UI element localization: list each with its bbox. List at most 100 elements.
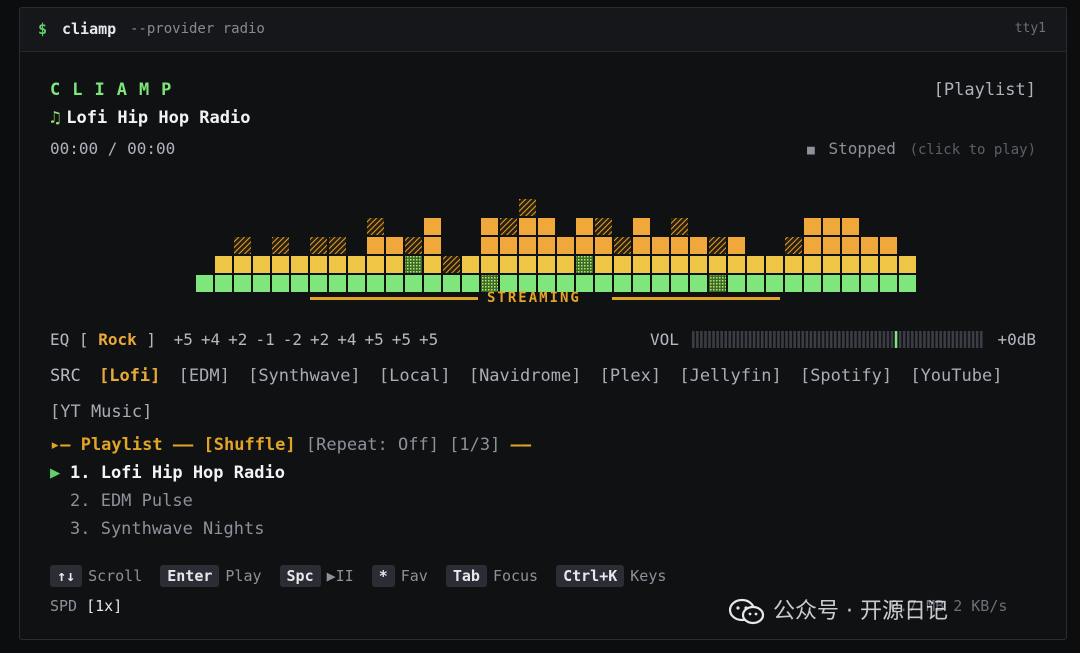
spectrum-cell	[386, 256, 403, 273]
streaming-label: STREAMING	[487, 290, 581, 306]
track-title: Lofi Hip Hop Radio	[66, 108, 251, 128]
spectrum-cell	[462, 256, 479, 273]
playlist-header-title[interactable]: ▸— Playlist —— [Shuffle]	[50, 435, 296, 455]
volume-tick	[793, 331, 796, 348]
volume-tick	[902, 331, 906, 348]
spectrum-cell	[310, 256, 327, 273]
spectrum-cell	[538, 218, 555, 235]
eq-band-value[interactable]: +4	[337, 330, 356, 349]
volume-tick	[781, 331, 784, 348]
source-option[interactable]: [YT Music]	[50, 402, 152, 422]
eq-band-value[interactable]: +2	[228, 330, 247, 349]
eq-band-value[interactable]: -2	[283, 330, 302, 349]
spectrum-cell	[310, 275, 327, 292]
eq-band-value[interactable]: -1	[255, 330, 274, 349]
spectrum-cell	[861, 256, 878, 273]
source-option[interactable]: [Local]	[379, 366, 451, 386]
speed-value[interactable]: [1x]	[86, 597, 122, 615]
volume-tick	[975, 331, 979, 348]
volume-tick	[854, 331, 857, 348]
terminal-titlebar: $ cliamp --provider radio tty1	[20, 8, 1066, 52]
volume-tick	[838, 331, 841, 348]
playlist-item-label: 1. Lofi Hip Hop Radio	[70, 463, 285, 483]
playlist-toggle[interactable]: [Playlist]	[934, 80, 1036, 100]
source-option[interactable]: [EDM]	[179, 366, 230, 386]
eq-band-value[interactable]: +5	[419, 330, 438, 349]
command-name: cliamp	[62, 20, 117, 38]
spectrum-cell	[576, 218, 593, 235]
spectrum-cell	[405, 237, 422, 254]
volume-label: VOL	[650, 330, 679, 349]
playlist-item[interactable]: 3. Synthwave Nights	[50, 519, 264, 539]
spectrum-cell	[804, 237, 821, 254]
source-option[interactable]: [Spotify]	[800, 366, 892, 386]
spectrum-cell	[671, 218, 688, 235]
eq-bracket-open: [	[78, 330, 89, 349]
playlist-item-label: 3. Synthwave Nights	[70, 519, 265, 539]
spectrum-cell	[538, 237, 555, 254]
spectrum-cell	[557, 256, 574, 273]
source-option[interactable]: [Plex]	[600, 366, 661, 386]
eq-band-value[interactable]: +5	[174, 330, 193, 349]
spectrum-cell	[500, 256, 517, 273]
eq-preset[interactable]: Rock	[98, 330, 137, 349]
spectrum-cell	[519, 218, 536, 235]
status-hint: (click to play)	[909, 142, 1036, 158]
volume-tick	[911, 331, 914, 348]
spectrum-cell	[709, 256, 726, 273]
spectrum-cell	[310, 237, 327, 254]
spectrum-cell	[861, 237, 878, 254]
volume-tick	[842, 331, 845, 348]
volume-tick	[935, 331, 938, 348]
source-option[interactable]: [Lofi]	[99, 366, 160, 386]
volume-tick	[890, 331, 894, 348]
source-option[interactable]: [Synthwave]	[248, 366, 361, 386]
playlist-repeat-info[interactable]: [Repeat: Off] [1/3]	[306, 435, 500, 455]
volume-tick	[704, 331, 707, 348]
source-option[interactable]: [Jellyfin]	[679, 366, 781, 386]
spectrum-cell	[253, 275, 270, 292]
spectrum-cell	[386, 275, 403, 292]
spectrum-cell	[614, 237, 631, 254]
volume-tick	[927, 331, 930, 348]
eq-band-value[interactable]: +5	[392, 330, 411, 349]
volume-tick	[943, 331, 946, 348]
spectrum-cell	[785, 275, 802, 292]
volume-tick	[821, 331, 825, 348]
volume-tick	[971, 331, 975, 348]
volume-tick	[829, 331, 833, 348]
eq-band-value[interactable]: +2	[310, 330, 329, 349]
volume-tick	[979, 331, 983, 348]
spectrum-cell	[899, 275, 916, 292]
eq-band-value[interactable]: +4	[201, 330, 220, 349]
volume-tick	[720, 331, 723, 348]
spectrum-cell	[785, 256, 802, 273]
spectrum-cell	[424, 237, 441, 254]
volume-tick	[870, 331, 873, 348]
key-cap: Spc	[279, 565, 321, 587]
volume-tick	[874, 331, 878, 348]
terminal-window: $ cliamp --provider radio tty1 CLIAMP ♫ L…	[19, 7, 1067, 640]
spectrum-cell	[652, 256, 669, 273]
volume-tick	[931, 331, 934, 348]
volume-tick	[801, 331, 805, 348]
volume-tick	[858, 331, 861, 348]
volume-tick	[915, 331, 918, 348]
volume-tick	[886, 331, 890, 348]
source-option[interactable]: [Navidrome]	[469, 366, 582, 386]
key-cap: ↑↓	[50, 565, 83, 587]
playlist-item[interactable]: 2. EDM Pulse	[50, 491, 193, 511]
play-status[interactable]: ■ Stopped (click to play)	[807, 139, 1036, 158]
volume-tick	[833, 331, 837, 348]
volume-tick	[692, 331, 695, 348]
playlist-item[interactable]: ▶ 1. Lofi Hip Hop Radio	[50, 463, 285, 483]
watermark-text: 公众号 · 开源日记	[773, 599, 948, 624]
volume-tick	[963, 331, 967, 348]
volume-tick	[740, 331, 744, 348]
speed-label: SPD	[50, 597, 78, 615]
source-option[interactable]: [YouTube]	[910, 366, 1002, 386]
eq-band-value[interactable]: +5	[365, 330, 384, 349]
spectrum-cell	[367, 275, 384, 292]
volume-tick	[825, 331, 829, 348]
volume-slider[interactable]	[692, 331, 984, 348]
